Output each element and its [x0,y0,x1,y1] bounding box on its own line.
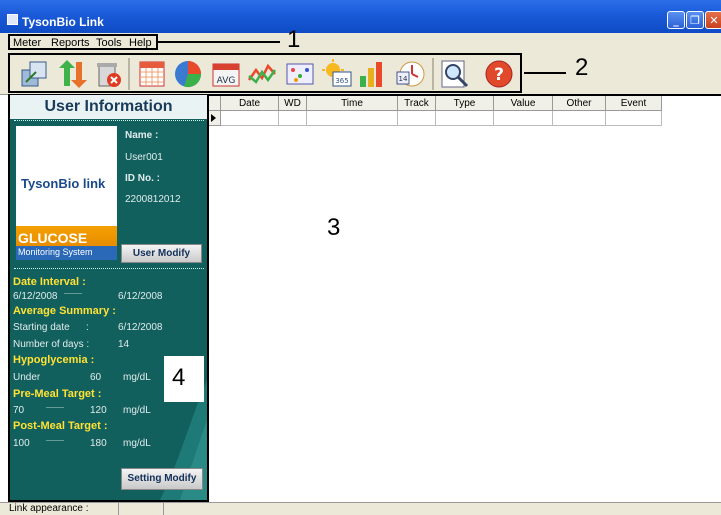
under-value: 60 [90,372,102,383]
callout-1-frame [8,34,158,50]
maximize-button[interactable]: ❐ [686,11,704,29]
name-value: User001 [125,152,163,163]
pre-meal-low: 70 [13,405,25,416]
status-divider [163,503,164,515]
search-icon[interactable] [439,58,471,90]
brand-logo-text: TysonBio link [21,176,106,191]
column-header-value[interactable]: Value [494,96,553,111]
id-value: 2200812012 [125,194,181,205]
transfer-icon[interactable] [55,58,87,90]
data-grid[interactable] [209,94,721,502]
divider [14,120,204,121]
user-modify-button[interactable]: User Modify [121,244,202,263]
date-from: 6/12/2008 [13,291,58,302]
pie-chart-icon[interactable] [172,58,204,90]
post-meal-low: 100 [13,438,30,449]
status-bar [0,502,721,515]
hypoglycemia-title: Hypoglycemia : [13,354,95,366]
days-value: 14 [118,339,130,350]
starting-date-colon: : [86,322,89,333]
column-header-event[interactable]: Event [606,96,662,111]
date-to: 6/12/2008 [118,291,163,302]
starting-date-label: Starting date [13,322,70,333]
setting-modify-button[interactable]: Setting Modify [121,468,203,490]
14-day-icon-label: 14 [399,75,408,83]
table-cell[interactable] [279,111,307,126]
date-interval-title: Date Interval : [13,276,86,288]
under-label: Under [13,372,41,383]
column-header-type[interactable]: Type [436,96,494,111]
app-icon [7,14,18,25]
grid-corner [209,96,221,111]
status-text: Link appearance : [9,503,89,514]
current-row-arrow-icon [211,114,216,122]
divider [14,268,204,269]
under-unit: mg/dL [123,372,151,383]
date-separator: --------- [64,291,82,297]
pre-meal-separator: --------- [46,405,64,411]
toolbar-separator [432,58,434,90]
average-icon-label: AVG [217,76,236,86]
export-icon[interactable] [18,58,50,90]
starting-date-value: 6/12/2008 [118,322,163,333]
callout-1-line [158,41,280,43]
pre-meal-title: Pre-Meal Target : [13,388,102,400]
table-cell[interactable] [307,111,398,126]
window-title: TysonBio Link [22,15,104,29]
table-cell[interactable] [436,111,494,126]
toolbar-separator [128,58,130,90]
post-meal-separator: --------- [46,438,64,444]
callout-2-number: 2 [575,54,589,81]
table-cell[interactable] [221,111,279,126]
callout-3-number: 3 [327,214,341,241]
post-meal-high: 180 [90,438,107,449]
column-header-time[interactable]: Time [307,96,398,111]
table-cell[interactable] [494,111,553,126]
365-icon[interactable]: 365 [321,58,353,90]
delete-icon[interactable] [92,58,124,90]
status-divider [118,503,119,515]
column-header-wd[interactable]: WD [279,96,307,111]
title-bar [0,0,721,33]
user-info-heading: User Information [10,95,207,119]
bar-chart-icon[interactable] [357,58,389,90]
id-label: ID No. : [125,173,160,184]
minimize-button[interactable]: _ [667,11,685,29]
column-header-track[interactable]: Track [398,96,436,111]
callout-4-number: 4 [172,364,186,391]
days-label: Number of days : [13,339,90,350]
post-meal-title: Post-Meal Target : [13,420,108,432]
column-header-other[interactable]: Other [553,96,606,111]
table-cell[interactable] [398,111,436,126]
row-selector[interactable] [209,111,221,126]
glucose-label: GLUCOSE [18,230,88,246]
average-summary-title: Average Summary : [13,305,116,317]
name-label: Name : [125,130,159,141]
pre-meal-high: 120 [90,405,107,416]
post-meal-unit: mg/dL [123,438,151,449]
help-icon-glyph: ? [494,65,504,85]
monitoring-system-label: Monitoring System [18,247,93,257]
365-icon-label: 365 [335,77,348,85]
callout-1-number: 1 [287,26,301,53]
table-cell[interactable] [606,111,662,126]
trend-icon[interactable] [246,58,278,90]
average-icon[interactable]: AVG [210,58,242,90]
daily-icon[interactable] [284,58,316,90]
close-button[interactable]: ✕ [705,11,721,29]
column-header-date[interactable]: Date [221,96,279,111]
callout-2-line [524,72,566,74]
calendar-icon[interactable] [136,58,168,90]
pre-meal-unit: mg/dL [123,405,151,416]
table-cell[interactable] [553,111,606,126]
14-day-icon[interactable]: 14 [394,58,426,90]
help-icon[interactable]: ? [483,58,515,90]
